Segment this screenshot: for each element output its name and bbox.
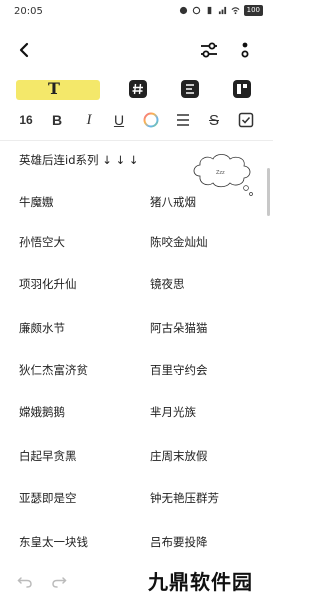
list-item: 牛魔嫐 猪八戒烟: [0, 194, 273, 214]
underline-button[interactable]: U: [110, 111, 128, 129]
list-item: 东皇太一块钱 吕布要投降: [0, 534, 273, 554]
toolbar-divider: [0, 140, 273, 141]
format-toolbar-secondary: [0, 108, 273, 132]
list-item: 廉颇水节 阿古朵猫猫: [0, 320, 273, 340]
notification-icon: [179, 6, 187, 15]
name-left[interactable]: 项羽化升仙: [19, 276, 77, 292]
name-left[interactable]: 牛魔嫐: [19, 194, 54, 210]
name-right[interactable]: 陈咬金灿灿: [150, 234, 208, 250]
name-left[interactable]: 嫦娥鹅鹅: [19, 404, 65, 420]
alarm-icon: [192, 6, 200, 15]
back-arrow-icon[interactable]: [14, 40, 34, 60]
thought-cloud-doodle: Zzz: [193, 154, 253, 196]
table-icon[interactable]: [232, 79, 252, 99]
more-options-icon[interactable]: [236, 40, 254, 60]
name-right[interactable]: 百里守约会: [150, 362, 208, 378]
status-time: 20:05: [14, 6, 43, 17]
name-right[interactable]: 钟无艳压群芳: [150, 490, 219, 506]
battery-indicator: 100: [243, 5, 263, 16]
checkbox-icon[interactable]: [237, 111, 255, 129]
name-left[interactable]: 亚瑟即是空: [19, 490, 77, 506]
italic-button[interactable]: I: [80, 111, 98, 129]
text-style-button[interactable]: T: [44, 78, 64, 100]
undo-icon[interactable]: [16, 572, 34, 590]
top-app-bar: [0, 36, 273, 64]
checklist-icon[interactable]: [180, 79, 200, 99]
doodle-text: Zzz: [216, 170, 225, 176]
scrollbar[interactable]: [267, 168, 270, 216]
name-right[interactable]: 阿古朵猫猫: [150, 320, 208, 336]
status-bar: 20:05 100: [0, 0, 273, 22]
watermark: 九鼎软件园: [148, 570, 253, 594]
note-heading[interactable]: 英雄后连id系列 ↓ ↓ ↓: [19, 152, 138, 168]
name-right[interactable]: 猪八戒烟: [150, 194, 196, 210]
vibrate-icon: [207, 6, 211, 15]
heading-hash-icon[interactable]: [128, 79, 148, 99]
list-item: 狄仁杰富济贫 百里守约会: [0, 362, 273, 382]
status-icons: 100: [179, 5, 263, 16]
list-item: 项羽化升仙 镜夜思: [0, 276, 273, 296]
list-item: 嫦娥鹅鹅 芈月光族: [0, 404, 273, 424]
signal-icon: [218, 6, 226, 15]
name-left[interactable]: 白起早贪黑: [19, 448, 77, 464]
list-item: 白起早贪黑 庄周末放假: [0, 448, 273, 468]
list-item: 亚瑟即是空 钟无艳压群芳: [0, 490, 273, 510]
bold-button[interactable]: B: [48, 111, 66, 129]
name-right[interactable]: 芈月光族: [150, 404, 196, 420]
name-left[interactable]: 狄仁杰富济贫: [19, 362, 88, 378]
name-right[interactable]: 庄周末放假: [150, 448, 208, 464]
settings-sliders-icon[interactable]: [198, 40, 220, 60]
name-left[interactable]: 东皇太一块钱: [19, 534, 88, 550]
name-right[interactable]: 吕布要投降: [150, 534, 208, 550]
name-right[interactable]: 镜夜思: [150, 276, 185, 292]
name-left[interactable]: 廉颇水节: [19, 320, 65, 336]
font-size-button[interactable]: 16: [16, 111, 36, 129]
strikethrough-button[interactable]: S: [205, 111, 223, 129]
wifi-icon: [231, 7, 240, 15]
redo-icon[interactable]: [50, 572, 68, 590]
name-left[interactable]: 孙悟空大: [19, 234, 65, 250]
align-icon[interactable]: [174, 111, 192, 129]
color-palette-icon[interactable]: [142, 111, 160, 129]
list-item: 孙悟空大 陈咬金灿灿: [0, 234, 273, 254]
